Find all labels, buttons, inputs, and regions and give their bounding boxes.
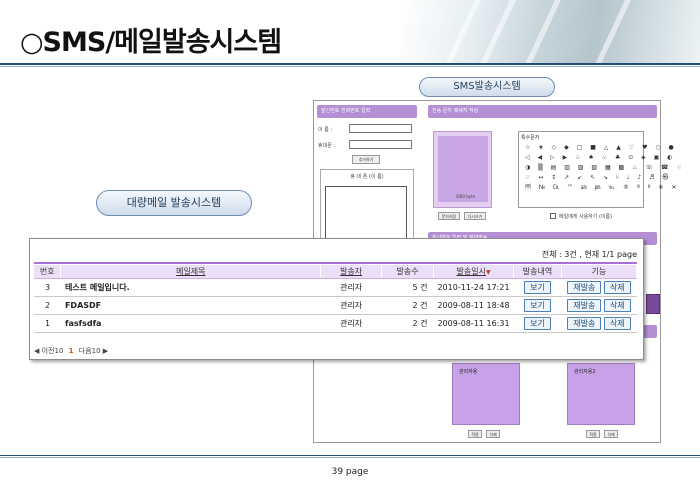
rewrite-button[interactable]: 다시쓰기 [464, 212, 486, 220]
row-count: 2 건 [381, 314, 434, 333]
row-sender: 관리자 [320, 278, 382, 297]
row-count: 5 건 [381, 278, 434, 297]
mail-table: 번호 메일제목 발송자 발송수 발송일시▼ 발송내역 기능 3 테스트 메일입니… [34, 265, 638, 333]
add-number-button[interactable]: 추가하기 [352, 155, 380, 164]
slide-header: ○SMS/메일발송시스템 [0, 0, 700, 64]
row-date: 2010-11-24 17:21 [433, 278, 514, 297]
card-delete-button[interactable]: 삭제 [604, 430, 618, 438]
special-char-panel: 특수문자 ☆ ★ ◇ ◆ □ ■ △ ▲ ♡ ♥ ○ ● ◁ ◀ ▷ ▶ ♤ ♠… [518, 131, 682, 208]
mail-subject-link[interactable]: FDASDF [60, 296, 321, 315]
phone-preview: 0/80 byte [433, 131, 492, 208]
special-char-row[interactable]: ㈜ № ㏇ ™ ㏂ ㏘ ℡ ® ª º ※ ✕ [519, 183, 676, 193]
use-mail-label: 메일에게 사용하기 (이름) [559, 214, 613, 220]
send-button[interactable] [646, 294, 660, 314]
card-label: 관리자용2 [574, 369, 596, 375]
header-divider [0, 63, 700, 65]
mail-subject-link[interactable]: 테스트 메일입니다. [60, 278, 321, 297]
row-sender: 관리자 [320, 296, 382, 315]
special-char-row[interactable]: ◑ ▒ ▤ ▥ ▨ ▧ ▦ ▩ ♨ ☏ ☎ ☜ [519, 163, 682, 173]
column-header-no: 번호 [34, 265, 62, 279]
column-header-date[interactable]: 발송일시▼ [433, 265, 515, 279]
phone-input[interactable] [349, 140, 412, 149]
header-photo [400, 0, 700, 64]
text-save-button[interactable]: 문자저장 [438, 212, 460, 220]
mail-count-text: 전체 : 3건 , 현재 1/1 page [541, 250, 637, 259]
table-row: 3 테스트 메일입니다. 관리자 5 건 2010-11-24 17:21 보기… [34, 278, 637, 297]
column-header-actions: 기능 [561, 265, 638, 279]
column-header-sender[interactable]: 발송자 [320, 265, 383, 279]
phone-label: 휴대폰 : [318, 143, 336, 149]
view-button[interactable]: 보기 [524, 280, 551, 294]
table-row: 2 FDASDF 관리자 2 건 2009-08-11 18:48 보기 재발송… [34, 296, 637, 315]
delete-button[interactable]: 삭제 [603, 280, 631, 294]
row-number: 2 [34, 296, 61, 315]
row-date: 2009-08-11 16:31 [433, 314, 514, 333]
saved-message-card[interactable]: 관리자용 [452, 363, 520, 425]
use-mail-checkbox[interactable] [550, 213, 556, 219]
name-label: 이 름 : [318, 127, 333, 133]
page-number: 39 page [331, 467, 369, 477]
pagination: ◀ 이전10 1 다음10 ▶ [34, 346, 108, 356]
view-button[interactable]: 보기 [524, 316, 551, 330]
row-date: 2009-08-11 18:48 [433, 296, 514, 315]
footer-divider [0, 455, 700, 456]
row-number: 1 [34, 314, 61, 333]
card-label: 관리자용 [459, 369, 478, 375]
special-char-row[interactable]: ☞ ↔ ↕ ↗ ↙ ↖ ↘ ♭ ♩ ♪ ♬ ㉿ [519, 173, 668, 183]
saved-message-card[interactable]: 관리자용2 [567, 363, 635, 425]
column-header-subject[interactable]: 메일제목 [60, 265, 322, 279]
delete-button[interactable]: 삭제 [603, 298, 631, 312]
mail-subject-link[interactable]: fasfsdfa [60, 314, 321, 333]
byte-counter: 0/80 byte [456, 194, 476, 199]
resend-button[interactable]: 재발송 [567, 316, 602, 330]
view-button[interactable]: 보기 [524, 298, 551, 312]
prev-page-link[interactable]: ◀ 이전10 [34, 347, 63, 355]
row-count: 2 건 [381, 296, 434, 315]
card-delete-button[interactable]: 삭제 [486, 430, 500, 438]
mail-list-window: 전체 : 3건 , 현재 1/1 page 번호 메일제목 발송자 발송수 발송… [29, 238, 644, 360]
sender-section-header: 발신번호 전화번호 입력 [317, 105, 417, 118]
table-row: 1 fasfsdfa 관리자 2 건 2009-08-11 16:31 보기 재… [34, 314, 637, 333]
resend-button[interactable]: 재발송 [567, 280, 602, 294]
column-header-count: 발송수 [381, 265, 435, 279]
sort-desc-icon: ▼ [485, 268, 491, 276]
message-section-header: 전송 문자 메세지 작성 [428, 105, 657, 118]
row-sender: 관리자 [320, 314, 382, 333]
sms-system-label: SMS발송시스템 [419, 77, 555, 97]
message-textarea[interactable] [438, 136, 488, 202]
table-top-border [34, 262, 637, 264]
mail-system-label: 대량메일 발송시스템 [96, 190, 252, 216]
column-header-history: 발송내역 [513, 265, 562, 279]
name-input[interactable] [349, 124, 412, 133]
current-page[interactable]: 1 [66, 347, 77, 355]
next-page-link[interactable]: 다음10 ▶ [79, 347, 108, 355]
row-number: 3 [34, 278, 61, 297]
card-apply-button[interactable]: 적용 [468, 430, 482, 438]
page-title: ○SMS/메일발송시스템 [20, 27, 282, 58]
card-apply-button[interactable]: 적용 [586, 430, 600, 438]
header-divider-thin [0, 66, 700, 67]
footer-divider-thin [0, 457, 700, 458]
delete-button[interactable]: 삭제 [603, 316, 631, 330]
phone-list-header: 휴 대 폰 (이 름) [350, 174, 384, 180]
resend-button[interactable]: 재발송 [567, 298, 602, 312]
special-char-title: 특수문자 [521, 135, 540, 141]
special-char-row[interactable]: ☆ ★ ◇ ◆ □ ■ △ ▲ ♡ ♥ ○ ● [519, 143, 674, 153]
special-char-row[interactable]: ◁ ◀ ▷ ▶ ♤ ♠ ♧ ♣ ⊙ ◈ ▣ ◐ [519, 153, 673, 163]
